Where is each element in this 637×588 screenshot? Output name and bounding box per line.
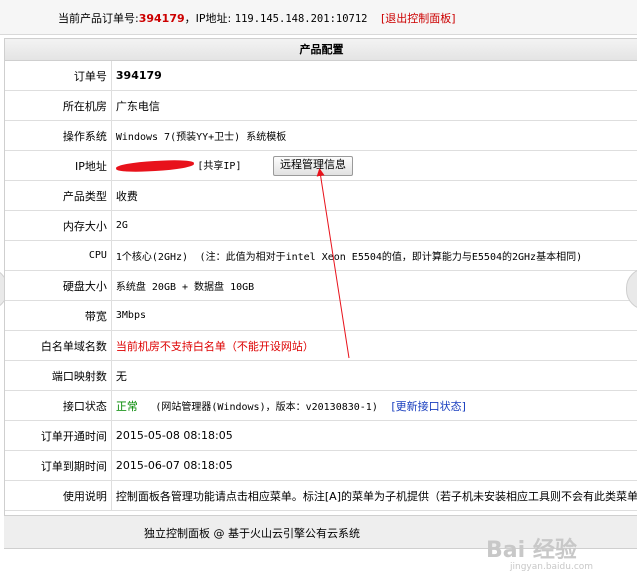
redaction-mark [115,158,195,173]
top-status-bar: 当前产品订单号:394179，IP地址: 119.145.148.201:107… [0,0,637,35]
interface-version-note: (网站管理器(Windows)，版本：v20130830-1) [155,401,378,413]
table-row: 接口状态 正常 (网站管理器(Windows)，版本：v20130830-1) … [5,390,637,421]
port-mapping-value: 无 [111,360,637,391]
cpu-note: (注：此值为相对于intel Xeon E5504的值，即计算能力与E5504的… [199,252,583,263]
row-label: 使用说明 [5,480,112,511]
ip-label: ，IP地址: [184,12,232,25]
table-row: 操作系统 Windows 7(预装YY+卫士) 系统模板 [5,120,637,151]
row-label: 订单到期时间 [5,450,112,481]
row-label: 操作系统 [5,120,112,151]
datacenter-value: 广东电信 [111,90,637,121]
watermark-url: jingyan.baidu.com [510,562,594,572]
table-row: 内存大小 2G [5,210,637,241]
open-time-value: 2015-05-08 08:18:05 [111,420,637,451]
os-value: Windows 7(预装YY+卫士) 系统模板 [111,120,637,151]
ip-address-value: [共享IP] 远程管理信息 [111,150,637,181]
table-row: 订单开通时间 2015-05-08 08:18:05 [5,420,637,451]
bandwidth-value: 3Mbps [111,300,637,331]
exit-panel-link[interactable]: [退出控制面板] [381,12,456,25]
table-row: 订单到期时间 2015-06-07 08:18:05 [5,450,637,481]
baidu-watermark-logo: Bai 经验 [486,538,577,563]
shared-ip-tag: [共享IP] [197,160,242,172]
row-label: 接口状态 [5,390,112,421]
table-row: 白名单域名数 当前机房不支持白名单（不能开设网站） [5,330,637,361]
expire-time-value: 2015-06-07 08:18:05 [111,450,637,481]
table-row: 带宽 3Mbps [5,300,637,331]
memory-value: 2G [111,210,637,241]
os-text: Windows 7(预装YY+卫士) 系统模板 [115,132,287,143]
row-label: 订单号 [5,61,112,91]
table-row: 所在机房 广东电信 [5,90,637,121]
table-row: 使用说明 控制面板各管理功能请点击相应菜单。标注[A]的菜单为子机提供（若子机未… [5,480,637,511]
footer-text: 独立控制面板 @ 基于火山云引擎公有云系统 [144,527,360,540]
row-label: 端口映射数 [5,360,112,391]
cpu-text: 1个核心(2GHz) [115,252,189,263]
table-row: 端口映射数 无 [5,360,637,391]
ip-value: 119.145.148.201:10712 [234,13,368,25]
row-label: 所在机房 [5,90,112,121]
row-label: 订单开通时间 [5,420,112,451]
table-row: 硬盘大小 系统盘 20GB + 数据盘 10GB [5,270,637,301]
interface-status-value: 正常 (网站管理器(Windows)，版本：v20130830-1) [更新接口… [111,390,637,421]
order-label: 当前产品订单号: [58,12,139,25]
usage-instructions-value: 控制面板各管理功能请点击相应菜单。标注[A]的菜单为子机提供（若子机未安装相应工… [111,480,637,511]
top-info: 当前产品订单号:394179，IP地址: 119.145.148.201:107… [58,10,456,26]
status-badge: 正常 [115,399,138,413]
table-row: 产品类型 收费 [5,180,637,211]
whitelist-value: 当前机房不支持白名单（不能开设网站） [111,330,637,361]
order-number: 394179 [138,12,185,25]
table-row: IP地址 [共享IP] 远程管理信息 [5,150,637,181]
remote-management-info-button[interactable]: 远程管理信息 [272,155,353,176]
cpu-value: 1个核心(2GHz) (注：此值为相对于intel Xeon E5504的值，即… [111,240,637,271]
disk-value: 系统盘 20GB + 数据盘 10GB [111,270,637,301]
row-label: CPU [5,240,112,271]
update-interface-status-link[interactable]: [更新接口状态] [391,400,466,413]
table-row: 订单号 394179 [5,61,637,91]
row-label: 带宽 [5,300,112,331]
order-number-value: 394179 [111,61,637,91]
table-row: CPU 1个核心(2GHz) (注：此值为相对于intel Xeon E5504… [5,240,637,271]
row-label: 硬盘大小 [5,270,112,301]
config-table: 订单号 394179 所在机房 广东电信 操作系统 Windows 7(预装YY… [5,61,637,511]
row-label: 内存大小 [5,210,112,241]
row-label: 白名单域名数 [5,330,112,361]
product-type-value: 收费 [111,180,637,211]
row-label: 产品类型 [5,180,112,211]
panel-title: 产品配置 [5,39,637,61]
product-config-panel: 产品配置 订单号 394179 所在机房 广东电信 操作系统 Windows 7… [4,38,637,516]
row-label: IP地址 [5,150,112,181]
